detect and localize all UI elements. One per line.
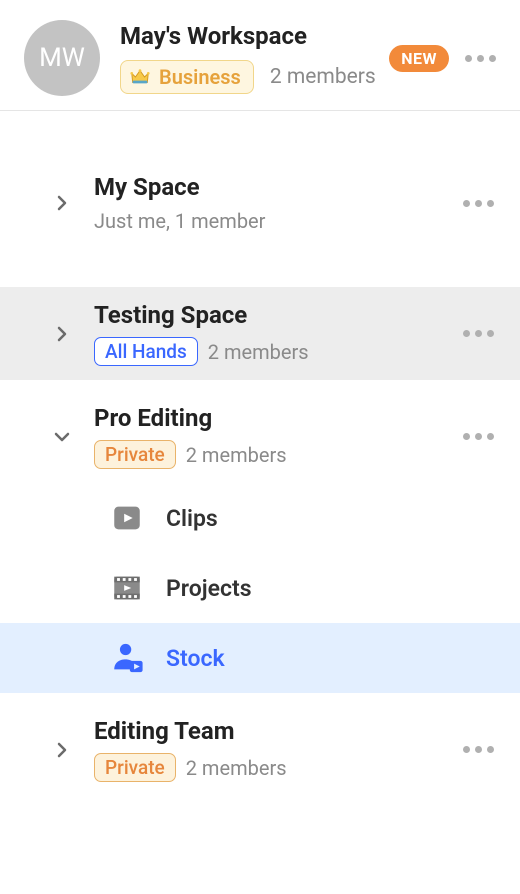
play-square-icon (110, 501, 144, 535)
space-more-button[interactable] (457, 194, 500, 213)
child-clips[interactable]: Clips (0, 483, 520, 553)
chevron-down-icon[interactable] (48, 429, 76, 445)
space-more-button[interactable] (457, 324, 500, 343)
all-hands-tag: All Hands (94, 337, 198, 366)
person-play-icon (110, 641, 144, 675)
chevron-right-icon[interactable] (48, 742, 76, 758)
space-title: Pro Editing (94, 404, 457, 432)
header-main: May's Workspace Business 2 members (120, 22, 389, 94)
child-label: Clips (166, 505, 218, 532)
space-row-editing-team[interactable]: Editing Team Private 2 members (0, 703, 520, 796)
space-subrow: All Hands 2 members (94, 337, 457, 366)
new-badge[interactable]: NEW (389, 45, 449, 72)
header-right: NEW (389, 45, 502, 72)
private-tag: Private (94, 753, 176, 782)
space-row-my-space[interactable]: My Space Just me, 1 member (0, 159, 520, 247)
space-subrow: Private 2 members (94, 753, 457, 782)
chevron-right-icon[interactable] (48, 326, 76, 342)
space-body: Editing Team Private 2 members (94, 717, 457, 782)
film-icon (110, 571, 144, 605)
child-label: Stock (166, 645, 225, 672)
space-title: Testing Space (94, 301, 457, 329)
space-members: 2 members (186, 756, 287, 780)
space-row-testing-space[interactable]: Testing Space All Hands 2 members (0, 287, 520, 380)
space-body: Testing Space All Hands 2 members (94, 301, 457, 366)
space-members: 2 members (208, 340, 309, 364)
space-subtitle: Just me, 1 member (94, 209, 457, 233)
space-more-button[interactable] (457, 427, 500, 446)
space-more-button[interactable] (457, 740, 500, 759)
plan-label: Business (159, 65, 241, 89)
private-tag: Private (94, 440, 176, 469)
workspace-members: 2 members (270, 65, 376, 89)
spaces-list: My Space Just me, 1 member Testing Space… (0, 111, 520, 796)
space-subrow: Private 2 members (94, 440, 457, 469)
avatar[interactable]: MW (24, 20, 100, 96)
child-projects[interactable]: Projects (0, 553, 520, 623)
space-title: My Space (94, 173, 457, 201)
space-row-pro-editing[interactable]: Pro Editing Private 2 members (0, 390, 520, 483)
avatar-initials: MW (39, 43, 85, 73)
chevron-right-icon[interactable] (48, 195, 76, 211)
header-subrow: Business 2 members (120, 60, 389, 94)
crown-icon (129, 66, 151, 88)
space-body: My Space Just me, 1 member (94, 173, 457, 233)
workspace-more-button[interactable] (459, 49, 502, 68)
space-body: Pro Editing Private 2 members (94, 404, 457, 469)
space-title: Editing Team (94, 717, 457, 745)
workspace-title: May's Workspace (120, 22, 389, 50)
workspace-header: MW May's Workspace Business 2 members NE… (0, 0, 520, 111)
child-stock[interactable]: Stock (0, 623, 520, 693)
space-members: 2 members (186, 443, 287, 467)
plan-badge[interactable]: Business (120, 60, 254, 94)
child-label: Projects (166, 575, 252, 602)
